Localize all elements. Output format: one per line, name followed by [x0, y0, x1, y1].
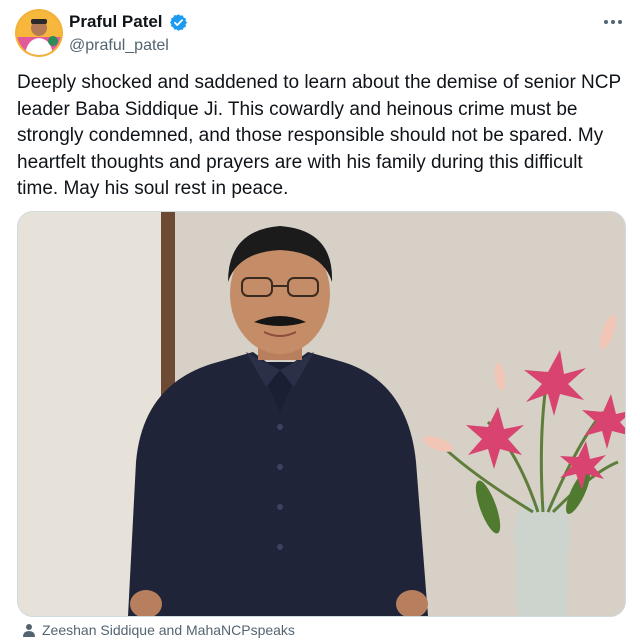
more-options-icon[interactable] [601, 14, 625, 30]
photo-baba-siddique [18, 212, 625, 616]
author-avatar[interactable] [17, 11, 61, 55]
person-tag-icon [23, 624, 35, 637]
avatar-image [17, 11, 61, 55]
author-name-row: Praful Patel [69, 12, 188, 32]
verified-badge-icon [169, 13, 187, 31]
author-display-name[interactable]: Praful Patel [69, 12, 163, 32]
author-handle[interactable]: @praful_patel [69, 37, 169, 55]
tweet-media-photo[interactable] [17, 211, 626, 617]
tagged-users-text[interactable]: Zeeshan Siddique and MahaNCPspeaks [42, 622, 295, 638]
media-tag-row[interactable]: Zeeshan Siddique and MahaNCPspeaks [22, 622, 295, 638]
tweet-text: Deeply shocked and saddened to learn abo… [17, 72, 621, 199]
